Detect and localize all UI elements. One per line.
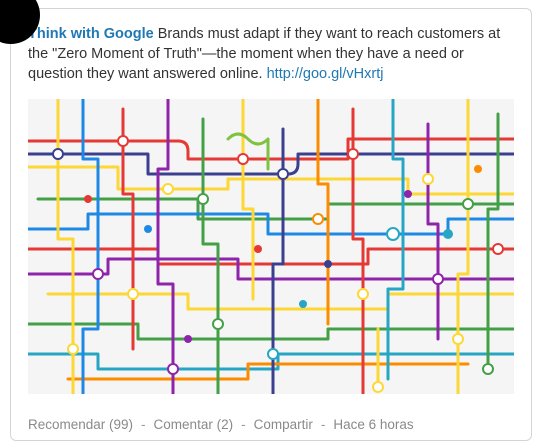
share-link[interactable]: Compartir bbox=[254, 417, 313, 432]
post-card: Think with Google Brands must adapt if t… bbox=[10, 8, 532, 441]
transit-map-image bbox=[28, 99, 514, 394]
separator: - bbox=[141, 417, 146, 432]
shortlink[interactable]: http://goo.gl/vHxrtj bbox=[267, 66, 384, 82]
post-body: Think with Google Brands must adapt if t… bbox=[28, 24, 518, 84]
author-link[interactable]: Think with Google bbox=[28, 26, 154, 42]
separator: - bbox=[241, 417, 246, 432]
post-image[interactable] bbox=[28, 99, 514, 394]
comment-link[interactable]: Comentar (2) bbox=[154, 417, 234, 432]
timestamp: Hace 6 horas bbox=[333, 417, 414, 432]
recommend-link[interactable]: Recomendar (99) bbox=[28, 417, 133, 432]
post-actions: Recomendar (99) - Comentar (2) - Compartir - H… bbox=[28, 417, 414, 432]
separator: - bbox=[320, 417, 326, 432]
